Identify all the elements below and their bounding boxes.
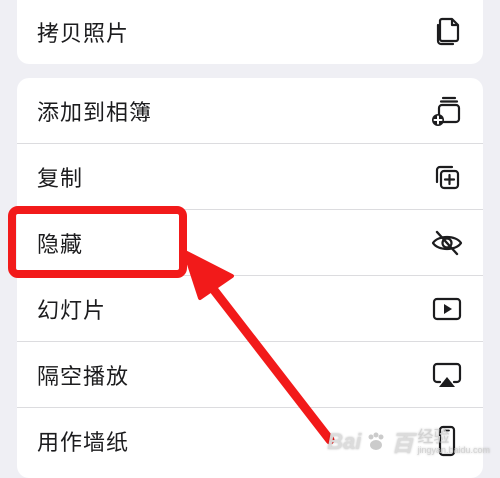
- menu-item-duplicate[interactable]: 复制: [17, 144, 483, 210]
- menu-item-add-to-album[interactable]: 添加到相簿: [17, 78, 483, 144]
- menu-item-hide[interactable]: 隐藏: [17, 210, 483, 276]
- menu-item-label: 隐藏: [37, 232, 84, 258]
- menu-item-copy-photo[interactable]: 拷贝照片: [17, 0, 483, 64]
- add-to-album-icon: [429, 93, 465, 129]
- menu-item-slideshow[interactable]: 幻灯片: [17, 276, 483, 342]
- watermark: Bai 百 经验 jingyan.baidu.com: [327, 426, 490, 458]
- airplay-icon: [429, 357, 465, 393]
- menu-item-label: 复制: [37, 166, 84, 192]
- menu-item-label: 幻灯片: [37, 298, 107, 324]
- watermark-subtitle: 经验: [417, 428, 450, 446]
- menu-item-label: 用作墙纸: [37, 431, 130, 456]
- copy-photo-icon: [429, 14, 465, 50]
- duplicate-icon: [429, 159, 465, 195]
- menu-item-label: 隔空播放: [37, 364, 130, 390]
- menu-item-label: 拷贝照片: [37, 22, 130, 47]
- paw-icon: [368, 432, 384, 450]
- watermark-url: jingyan.baidu.com: [417, 444, 490, 455]
- menu-group-main: 添加到相簿 复制 隐藏 幻灯片 隔空播放 用作墙纸: [17, 78, 483, 478]
- slideshow-play-icon: [429, 291, 465, 327]
- menu-item-label: 添加到相簿: [37, 100, 153, 126]
- eye-slash-icon: [429, 225, 465, 261]
- watermark-brand: Bai: [327, 429, 362, 454]
- watermark-brand-end: 百: [391, 431, 414, 456]
- menu-group-top: 拷贝照片: [17, 0, 483, 64]
- menu-item-airplay[interactable]: 隔空播放: [17, 342, 483, 408]
